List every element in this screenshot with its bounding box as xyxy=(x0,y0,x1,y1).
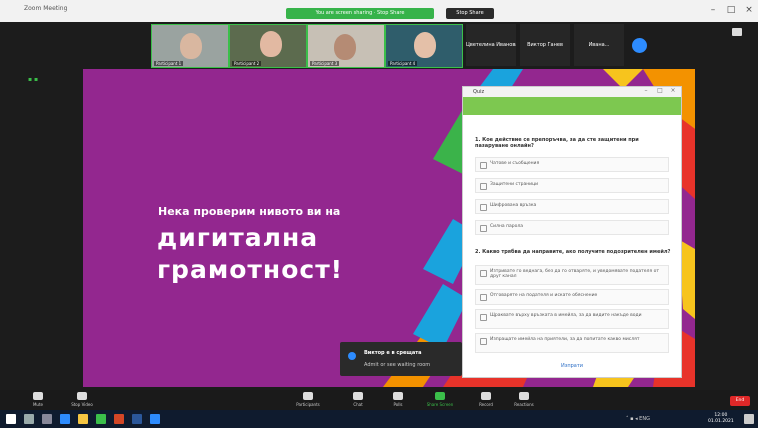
reactions-button[interactable]: Reactions xyxy=(504,390,544,410)
q2-option-4[interactable]: Изпращате имейла на приятели, за да попи… xyxy=(475,333,669,353)
stop-video-button[interactable]: Stop Video xyxy=(62,390,102,410)
checkbox-icon[interactable] xyxy=(480,204,487,211)
share-screen-button[interactable]: Share Screen xyxy=(420,390,460,410)
video-tile-1[interactable]: Participant 1 xyxy=(151,24,229,68)
share-screen-icon xyxy=(435,392,445,400)
checkbox-icon[interactable] xyxy=(480,294,487,301)
notification-title: Виктор е в срещата xyxy=(364,350,422,356)
form-close-icon[interactable]: × xyxy=(668,87,678,97)
participant-name: Participant 3 xyxy=(310,61,340,66)
powerpoint-icon[interactable] xyxy=(114,414,124,424)
question-2: 2. Какво трябва да направите, ако получи… xyxy=(475,249,671,255)
participants-button[interactable]: Participants xyxy=(288,390,328,410)
form-window-title: Quiz xyxy=(473,89,485,95)
checkbox-icon[interactable] xyxy=(480,338,487,345)
participants-icon xyxy=(303,392,313,400)
q2-option-1[interactable]: Изтривате го веднага, без да го отваряте… xyxy=(475,265,669,285)
video-tile-2[interactable]: Participant 2 xyxy=(229,24,307,68)
q1-option-4[interactable]: Силна парола xyxy=(475,220,669,235)
q2-option-2[interactable]: Отговаряте на подателя и искате обяснени… xyxy=(475,289,669,305)
video-tile-3[interactable]: Participant 3 xyxy=(307,24,385,68)
record-button[interactable]: Record xyxy=(466,390,506,410)
mute-button[interactable]: Mute xyxy=(18,390,58,410)
chat-icon xyxy=(353,392,363,400)
edge-icon[interactable] xyxy=(60,414,70,424)
name-tile-3[interactable]: Ивана... xyxy=(574,24,624,66)
word-icon[interactable] xyxy=(132,414,142,424)
name-tile-2[interactable]: Виктор Ганев xyxy=(520,24,570,66)
view-toggle-icon[interactable]: ▪ ▪ xyxy=(28,76,38,83)
window-titlebar: Zoom Meeting You are screen sharing · St… xyxy=(0,0,758,22)
q2-option-3[interactable]: Щраквате върху връзката в имейла, за да … xyxy=(475,309,669,329)
participant-avatar[interactable] xyxy=(632,38,647,53)
start-menu-icon[interactable] xyxy=(6,414,16,424)
chrome-icon[interactable] xyxy=(96,414,106,424)
notification-action[interactable]: Admit or see waiting room xyxy=(364,362,430,368)
polls-button[interactable]: Polls xyxy=(378,390,418,410)
checkbox-icon[interactable] xyxy=(480,225,487,232)
slide-title-line1: дигитална xyxy=(157,223,319,252)
form-minimize-icon[interactable]: – xyxy=(641,87,651,97)
slide-title-line2: грамотност! xyxy=(157,255,344,284)
checkbox-icon[interactable] xyxy=(480,183,487,190)
record-icon xyxy=(481,392,491,400)
q1-option-3[interactable]: Шифрована връзка xyxy=(475,199,669,214)
close-icon[interactable]: × xyxy=(742,3,756,17)
window-title: Zoom Meeting xyxy=(24,5,68,12)
file-explorer-icon[interactable] xyxy=(78,414,88,424)
checkbox-icon[interactable] xyxy=(480,314,487,321)
windows-taskbar: ˄ ▪ ◂ ENG 12:00 01.01.2021 xyxy=(0,410,758,428)
minimize-icon[interactable]: – xyxy=(706,3,720,17)
task-view-icon[interactable] xyxy=(42,414,52,424)
taskbar-clock[interactable]: 12:00 01.01.2021 xyxy=(708,413,734,425)
search-icon[interactable] xyxy=(24,414,34,424)
meeting-toolbar: Mute Stop Video Participants Chat Polls … xyxy=(0,390,758,410)
notification-icon xyxy=(348,352,356,360)
q1-option-2[interactable]: Защитени страници xyxy=(475,178,669,193)
clock-date: 01.01.2021 xyxy=(708,419,734,424)
participant-name: Participant 4 xyxy=(388,61,418,66)
reactions-icon xyxy=(519,392,529,400)
quiz-form-window: Quiz – □ × 1. Кое действие се препоръчва… xyxy=(462,86,682,378)
submit-link[interactable]: Изпрати xyxy=(463,363,681,369)
notifications-icon[interactable] xyxy=(744,414,754,424)
system-tray[interactable]: ˄ ▪ ◂ ENG xyxy=(626,416,650,422)
slide-subtitle: Нека проверим нивото ви на xyxy=(158,205,341,218)
camera-icon xyxy=(77,392,87,400)
join-notification[interactable]: Виктор е в срещата Admit or see waiting … xyxy=(340,342,462,376)
video-tile-4[interactable]: Participant 4 xyxy=(385,24,463,68)
end-meeting-button[interactable]: End xyxy=(730,396,750,406)
question-1: 1. Кое действие се препоръчва, за да сте… xyxy=(475,137,639,149)
participant-name: Participant 1 xyxy=(154,61,184,66)
microphone-icon xyxy=(33,392,43,400)
maximize-icon[interactable]: □ xyxy=(724,3,738,17)
name-tile-1[interactable]: Цветелина Иванова xyxy=(466,24,516,66)
checkbox-icon[interactable] xyxy=(480,270,487,277)
form-header-band xyxy=(463,97,681,115)
stop-share-button[interactable]: Stop Share xyxy=(446,8,494,19)
view-options-icon[interactable] xyxy=(732,28,742,36)
participant-name: Participant 2 xyxy=(232,61,262,66)
screen-share-banner[interactable]: You are screen sharing · Stop Share xyxy=(286,8,434,19)
checkbox-icon[interactable] xyxy=(480,162,487,169)
form-maximize-icon[interactable]: □ xyxy=(655,87,665,97)
q1-option-1[interactable]: Чатове и съобщения xyxy=(475,157,669,172)
chat-button[interactable]: Chat xyxy=(338,390,378,410)
polls-icon xyxy=(393,392,403,400)
zoom-app-icon[interactable] xyxy=(150,414,160,424)
